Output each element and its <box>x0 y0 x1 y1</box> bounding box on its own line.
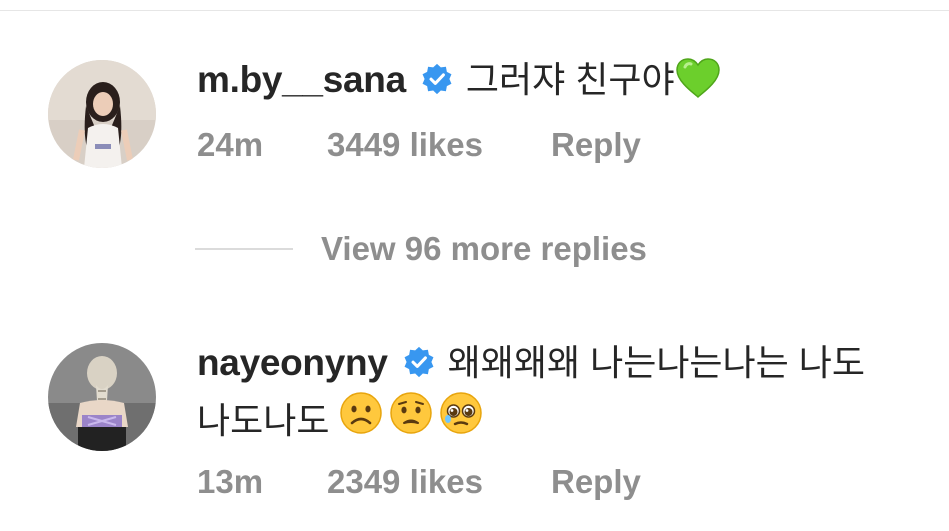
comment-text-line2: 나도나도 <box>197 400 330 441</box>
replies-divider <box>195 248 293 250</box>
frowning-face-icon <box>339 391 383 451</box>
reply-button[interactable]: Reply <box>551 463 641 501</box>
comment-body: nayeonyny 왜왜왜왜 나는나는나는 나도 나도나도 13m 2349 l… <box>197 335 929 507</box>
comment-header: m.by__sana 그러쟈 친구야 <box>197 52 929 108</box>
worried-face-icon <box>389 391 433 451</box>
green-heart-icon <box>675 57 721 104</box>
likes-count[interactable]: 2349 likes <box>327 463 551 501</box>
comment-time: 13m <box>197 463 264 500</box>
pleading-face-icon <box>439 391 483 451</box>
username[interactable]: m.by__sana <box>197 59 406 101</box>
comments-screen: m.by__sana 그러쟈 친구야 24m 3449 likes Reply … <box>0 0 949 531</box>
comment-text: 그러쟈 친구야 <box>465 59 675 100</box>
comment-time: 24m <box>197 126 264 163</box>
comment-header: nayeonyny 왜왜왜왜 나는나는나는 나도 <box>197 335 929 391</box>
comment-meta: 13m 2349 likes Reply <box>197 457 929 507</box>
avatar[interactable] <box>48 343 156 451</box>
username[interactable]: nayeonyny <box>197 342 388 384</box>
reply-button[interactable]: Reply <box>551 126 641 164</box>
view-more-replies-label[interactable]: View 96 more replies <box>321 230 647 268</box>
verified-badge-icon <box>420 63 454 97</box>
comment-text-line1: 왜왜왜왜 나는나는나는 나도 <box>447 342 866 383</box>
comment-meta: 24m 3449 likes Reply <box>197 120 929 170</box>
comment-body: m.by__sana 그러쟈 친구야 24m 3449 likes Reply <box>197 52 929 170</box>
view-more-replies[interactable]: View 96 more replies <box>195 224 647 274</box>
avatar[interactable] <box>48 60 156 168</box>
verified-badge-icon <box>402 346 436 380</box>
comment-text-continuation: 나도나도 <box>197 391 929 451</box>
top-divider <box>0 10 949 11</box>
likes-count[interactable]: 3449 likes <box>327 126 551 164</box>
